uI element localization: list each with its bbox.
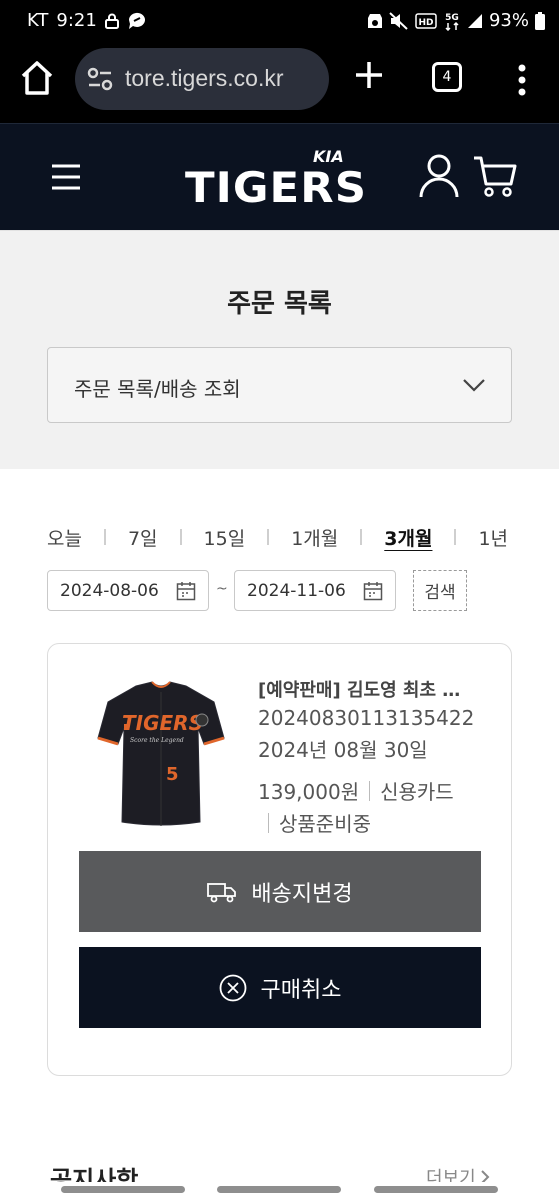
gesture-segment [217,1186,341,1193]
order-status: 상품준비중 [279,812,371,836]
order-date: 2024년 08월 30일 [258,738,428,762]
date-to-input[interactable]: 2024-11-06 [234,570,396,611]
jersey-number: 5 [166,764,179,785]
svg-text:5G: 5G [445,13,459,23]
divider [268,812,269,833]
divider [103,529,106,545]
jersey-text: TIGERS [122,711,203,735]
gesture-bar [0,1182,559,1200]
calendar-icon [176,582,196,601]
period-3-months[interactable]: 3개월 [384,524,432,551]
more-menu-icon[interactable] [512,64,532,96]
lock-icon [104,13,119,29]
cancel-purchase-button[interactable]: 구매취소 [79,947,481,1028]
period-1-month[interactable]: 1개월 [291,524,338,551]
user-icon[interactable] [418,154,460,198]
search-button[interactable]: 검색 [413,570,467,611]
hd-icon: HD [415,12,437,29]
date-from-value: 2024-08-06 [60,581,159,601]
close-circle-icon [219,974,246,1001]
order-card: TIGERS Score the Legend 5 [예약판매] 김도영 최초 … [47,643,512,1076]
clock: 9:21 [56,10,97,31]
calendar-icon [363,582,383,601]
svg-text:HD: HD [418,18,433,28]
gesture-segment [61,1186,185,1193]
order-price: 139,000원 [258,780,360,804]
battery-icon [535,11,545,30]
divider [179,529,182,545]
carrier-label: KT [27,10,49,31]
chat-icon [128,12,145,29]
period-today[interactable]: 오늘 [47,524,82,551]
divider [454,529,457,545]
divider [369,780,371,801]
divider [267,529,270,545]
select-value: 주문 목록/배송 조회 [74,377,241,401]
tab-count: 4 [442,69,452,85]
browser-toolbar: tore.tigers.co.kr 4 [0,42,559,123]
chevron-down-icon [463,379,485,392]
hamburger-menu-icon[interactable] [52,164,80,190]
change-address-button[interactable]: 배송지변경 [79,851,481,932]
delivery-truck-icon [207,882,237,902]
price-row: 139,000원 신용카드 [258,776,454,805]
payment-method: 신용카드 [380,780,454,804]
site-header: KIA TIGERS [0,123,559,230]
product-name[interactable]: [예약판매] 김도영 최초 … [258,676,488,702]
order-menu-select[interactable]: 주문 목록/배송 조회 [47,347,512,423]
cart-icon[interactable] [473,154,517,198]
address-bar[interactable]: tore.tigers.co.kr [75,48,329,110]
date-to-value: 2024-11-06 [247,581,346,601]
recycle-icon [367,13,382,28]
site-settings-icon[interactable] [87,67,113,91]
order-number: 20240830113135422 [258,706,475,730]
signal-icon [467,13,482,28]
page-title: 주문 목록 [227,289,332,319]
network-icon: 5G [445,13,459,31]
tigers-logo[interactable]: KIA TIGERS [185,146,370,212]
status-row: 상품준비중 [258,808,371,837]
cancel-purchase-label: 구매취소 [260,977,342,1003]
title-section: 주문 목록 주문 목록/배송 조회 [0,230,559,469]
svg-text:Score the Legend: Score the Legend [130,737,184,744]
period-15-days[interactable]: 15일 [204,524,246,551]
status-bar: KT 9:21 HD 5G 93% [0,0,559,42]
url-text[interactable]: tore.tigers.co.kr [125,65,284,92]
gesture-segment [374,1186,498,1193]
period-7-days[interactable]: 7일 [128,524,158,551]
new-tab-icon[interactable] [354,60,384,90]
period-filter: 오늘 7일 15일 1개월 3개월 1년 [47,524,508,550]
change-address-label: 배송지변경 [251,881,353,907]
tab-switcher-button[interactable]: 4 [432,62,462,92]
period-1-year[interactable]: 1년 [478,524,508,551]
date-range-separator: ~ [216,581,228,597]
home-icon[interactable] [20,60,54,96]
date-from-input[interactable]: 2024-08-06 [47,570,209,611]
mute-icon [389,11,408,30]
battery-percent: 93% [488,10,529,31]
divider [360,529,363,545]
product-image[interactable]: TIGERS Score the Legend 5 [96,680,226,830]
tigers-logo-text: TIGERS [185,163,367,212]
